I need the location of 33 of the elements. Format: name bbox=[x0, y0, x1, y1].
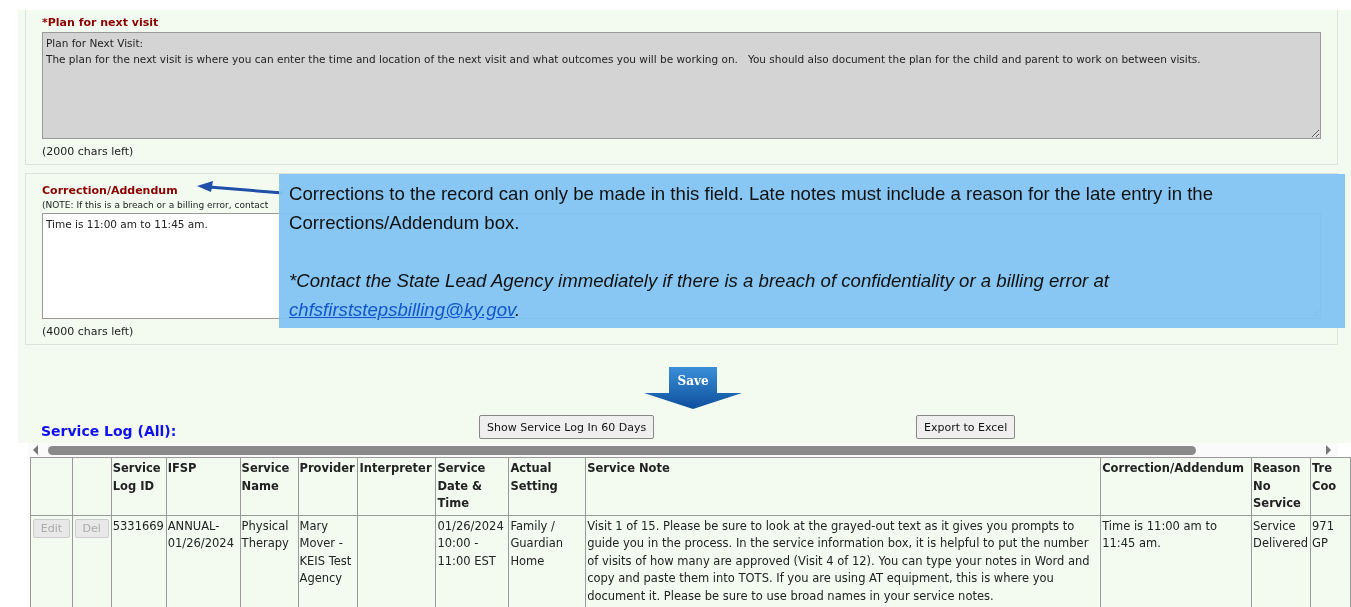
field-label: *Plan for next visit bbox=[42, 16, 159, 29]
save-button[interactable]: Save bbox=[644, 367, 742, 409]
table-cell: Service Delivered bbox=[1251, 515, 1311, 607]
field-label: Correction/Addendum bbox=[42, 184, 178, 197]
table-cell: Mary Mover - KEIS Test Agency bbox=[298, 515, 358, 607]
table-cell: ANNUAL-01/26/2024 bbox=[166, 515, 241, 607]
column-header: Actual Setting bbox=[508, 457, 586, 515]
chars-left: (2000 chars left) bbox=[42, 145, 134, 158]
column-header: Reason No Service bbox=[1251, 457, 1311, 515]
table-cell: 5331669 bbox=[111, 515, 167, 607]
section-title: Service Log (All): bbox=[41, 423, 177, 439]
table-cell: Visit 1 of 15. Please be sure to look at the grayed-out text as it gives you prompts to guide you in the process. In the service information box, it is helpful to put the number of visits of how many are approved (Visit 4 of 12). You can type your notes in Word and copy and paste them into TOTS. If you are using AT equipment, this is where you document it. Please be sure to use broad names in your service notes. bbox=[585, 515, 1101, 607]
horizontal-scrollbar[interactable] bbox=[28, 443, 1338, 457]
column-header: Service Date & Time bbox=[435, 457, 509, 515]
chars-left: (4000 chars left) bbox=[42, 325, 134, 338]
field-note: (NOTE: If this is a breach or a billing error, contact bbox=[42, 200, 269, 210]
email-link[interactable]: chfsfirststepsbilling@ky.gov bbox=[289, 299, 515, 320]
column-header: Service Note bbox=[585, 457, 1101, 515]
column-header: Interpreter bbox=[358, 457, 436, 515]
table-cell: Family / Guardian Home bbox=[508, 515, 586, 607]
column-header: IFSP bbox=[166, 457, 241, 515]
column-header: Correction/Addendum bbox=[1100, 457, 1252, 515]
column-header: Tre Coo bbox=[1310, 457, 1351, 515]
column-header: Provider bbox=[298, 457, 358, 515]
show-60-days-button[interactable]: Show Service Log In 60 Days bbox=[479, 415, 655, 439]
export-button[interactable]: Export to Excel bbox=[916, 415, 1016, 439]
column-header: Service Log ID bbox=[111, 457, 167, 515]
table-cell: Time is 11:00 am to 11:45 am. bbox=[1100, 515, 1252, 607]
table-cell: Physical Therapy bbox=[240, 515, 298, 607]
table-cell: 01/26/2024 10:00 - 11:00 EST bbox=[435, 515, 509, 607]
column-header: Service Name bbox=[240, 457, 298, 515]
callout-text: Corrections to the record can only be made in this field. Late notes must include a reason for the late entry in the Corrections/Addendum box. bbox=[289, 182, 1214, 235]
table-cell: 971 GP bbox=[1310, 515, 1351, 607]
